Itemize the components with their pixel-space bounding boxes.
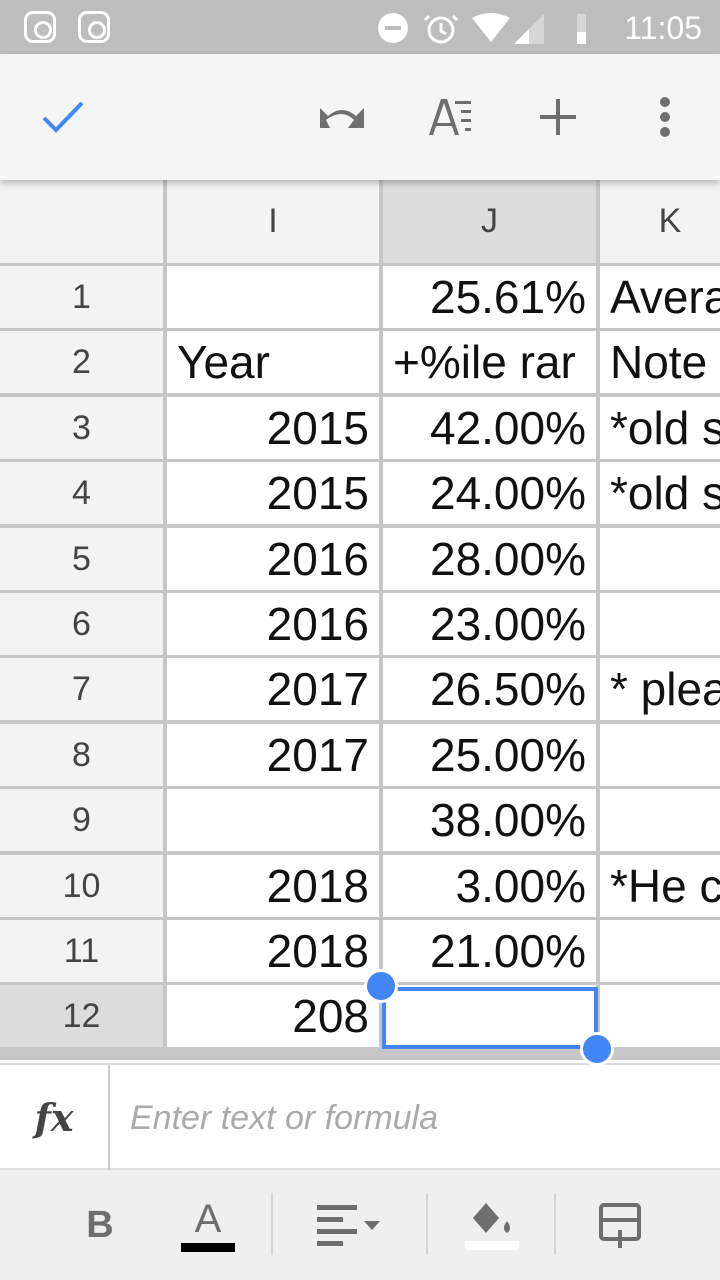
status-time: 11:05	[624, 10, 702, 46]
cell-I12[interactable]: 208	[167, 985, 379, 1048]
cell-J10[interactable]: 3.00%	[383, 854, 596, 917]
row-header-9[interactable]: 9	[0, 789, 163, 852]
cell-I6[interactable]: 2016	[167, 593, 379, 655]
cell-I11[interactable]: 2018	[167, 920, 379, 982]
column-header-K[interactable]: K	[600, 180, 720, 263]
status-bar: 11:05	[0, 0, 720, 54]
cell-I7[interactable]: 2017	[167, 658, 379, 721]
wifi-icon	[472, 13, 510, 42]
instagram-icon	[24, 11, 56, 43]
cell-J11[interactable]: 21.00%	[383, 920, 596, 982]
row-header-4[interactable]: 4	[0, 462, 163, 525]
selected-cell-J12[interactable]	[382, 987, 598, 1049]
row-header-5[interactable]: 5	[0, 527, 163, 590]
cell-K2[interactable]: Note	[600, 331, 720, 394]
cell-J1[interactable]: 25.61%	[383, 266, 596, 328]
instagram-icon	[78, 11, 110, 43]
insert-cell-button[interactable]	[588, 1170, 652, 1280]
fill-color-swatch	[465, 1240, 519, 1250]
cell-K4[interactable]: *old s	[600, 462, 720, 525]
cell-K3[interactable]: *old s	[600, 396, 720, 459]
dnd-icon	[378, 13, 408, 43]
row-header-12[interactable]: 12	[0, 985, 163, 1048]
cell-J6[interactable]: 23.00%	[383, 593, 596, 655]
cell-I5[interactable]: 2016	[167, 527, 379, 590]
spreadsheet-grid[interactable]: I J K 1 25.61% Avera 2 Year +%ile rar Note 3 2015 42…	[0, 180, 720, 1060]
toolbar-divider	[554, 1193, 556, 1255]
fx-icon: fx	[0, 1065, 110, 1170]
cell-I3[interactable]: 2015	[167, 396, 379, 459]
cell-K12[interactable]	[600, 985, 720, 1048]
cell-I4[interactable]: 2015	[167, 462, 379, 525]
cell-J2[interactable]: +%ile rar	[383, 331, 596, 394]
cell-K7[interactable]: * plea	[600, 658, 720, 721]
cell-K6[interactable]	[600, 593, 720, 655]
formula-bar: fx	[0, 1063, 720, 1170]
toolbar-divider	[271, 1193, 273, 1255]
format-toolbar: B A	[0, 1170, 720, 1280]
cell-K1[interactable]: Avera	[600, 266, 720, 328]
row-header-1[interactable]: 1	[0, 266, 163, 328]
cell-K5[interactable]	[600, 527, 720, 590]
row-header-2[interactable]: 2	[0, 331, 163, 394]
column-header-J[interactable]: J	[383, 180, 596, 263]
row-header-7[interactable]: 7	[0, 658, 163, 721]
cell-K10[interactable]: *He c	[600, 854, 720, 917]
cell-J3[interactable]: 42.00%	[383, 396, 596, 459]
bold-button[interactable]: B	[70, 1170, 130, 1280]
cell-I2[interactable]: Year	[167, 331, 379, 394]
row-header-8[interactable]: 8	[0, 723, 163, 786]
cell-K9[interactable]	[600, 789, 720, 852]
selection-handle-start[interactable]	[364, 969, 398, 1003]
text-color-swatch	[181, 1242, 235, 1252]
formula-input[interactable]	[130, 1093, 700, 1143]
check-icon[interactable]	[30, 54, 96, 180]
cell-I10[interactable]: 2018	[167, 854, 379, 917]
text-color-icon: A	[194, 1196, 222, 1241]
redo-icon[interactable]	[310, 54, 374, 180]
signal-icon	[514, 14, 544, 44]
align-icon	[317, 1205, 380, 1246]
cell-I9[interactable]	[167, 789, 379, 852]
cell-J9[interactable]: 38.00%	[383, 789, 596, 852]
selection-handle-end[interactable]	[580, 1032, 614, 1066]
column-header-I[interactable]: I	[167, 180, 379, 263]
status-icons	[378, 13, 586, 44]
plus-icon[interactable]	[526, 54, 590, 180]
cell-J5[interactable]: 28.00%	[383, 527, 596, 590]
fill-color-icon	[473, 1202, 510, 1233]
cell-K11[interactable]	[600, 920, 720, 982]
row-header-11[interactable]: 11	[0, 920, 163, 982]
more-vert-icon[interactable]	[640, 54, 690, 180]
cell-J7[interactable]: 26.50%	[383, 658, 596, 721]
row-header-3[interactable]: 3	[0, 396, 163, 459]
cell-I1[interactable]	[167, 266, 379, 328]
cell-I8[interactable]: 2017	[167, 723, 379, 786]
fill-color-button[interactable]	[460, 1170, 524, 1280]
corner-header[interactable]	[0, 180, 163, 263]
insert-cell-icon	[599, 1203, 641, 1248]
row-header-6[interactable]: 6	[0, 593, 163, 655]
toolbar-divider	[426, 1193, 428, 1255]
app-bar	[0, 54, 720, 180]
cell-K8[interactable]	[600, 723, 720, 786]
text-color-button[interactable]: A	[176, 1170, 240, 1280]
cell-J8[interactable]: 25.00%	[383, 723, 596, 786]
alarm-icon	[423, 14, 459, 44]
cell-J4[interactable]: 24.00%	[383, 462, 596, 525]
battery-icon	[577, 14, 586, 44]
align-button[interactable]	[308, 1170, 392, 1280]
row-header-10[interactable]: 10	[0, 854, 163, 917]
text-format-icon[interactable]	[420, 54, 484, 180]
